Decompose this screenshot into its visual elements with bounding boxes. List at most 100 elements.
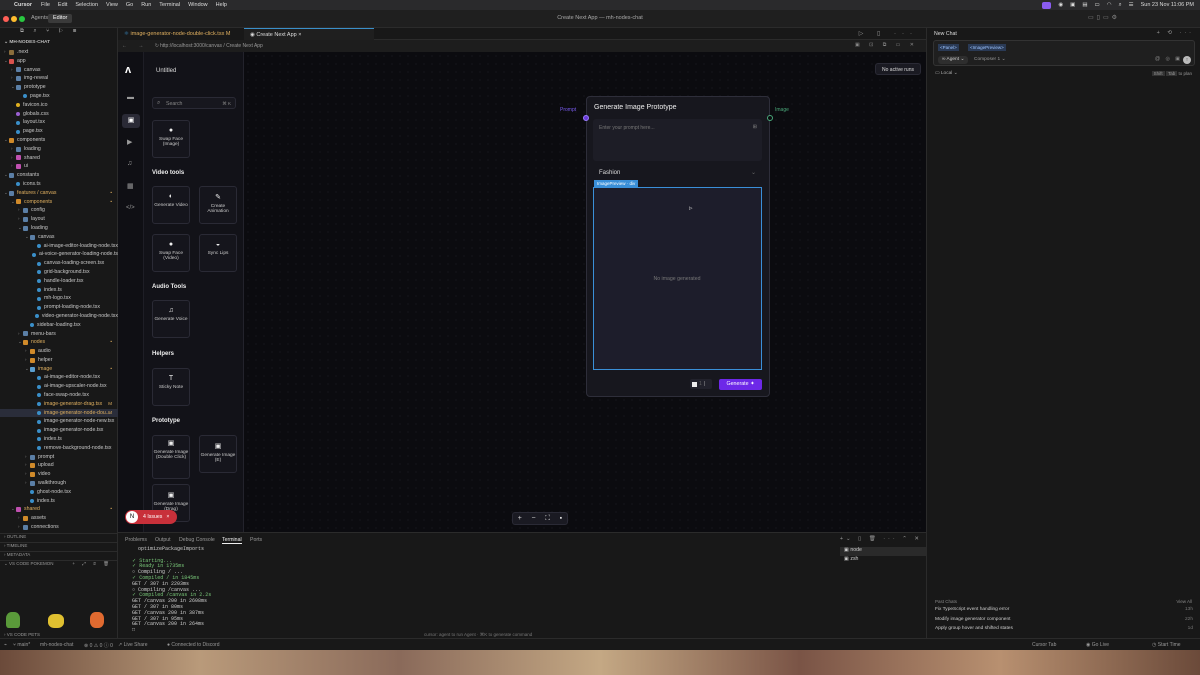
- tree-folder[interactable]: › layout: [0, 215, 118, 224]
- tree-file[interactable]: icons.ts: [0, 180, 118, 189]
- section-metadata[interactable]: › METADATA: [0, 551, 118, 560]
- menu-help[interactable]: Help: [216, 2, 227, 8]
- tool-generate-image-e[interactable]: ▣ Generate Image (E): [199, 435, 237, 473]
- terminal-actions[interactable]: +⌄ ▯ 🗑 ··· ⌃ ✕: [840, 536, 922, 542]
- document-title[interactable]: Untitled: [156, 68, 176, 74]
- pet-sprite-yellow[interactable]: [48, 614, 64, 628]
- image-preview[interactable]: No image generated ▹: [593, 187, 762, 370]
- tree-file[interactable]: remove-background-node.tsx: [0, 444, 118, 453]
- chat-input[interactable]: <Panel> <ImagePreview> ∞ Agent ⌄ Compose…: [933, 40, 1195, 66]
- wifi-icon[interactable]: ◠: [1107, 2, 1112, 8]
- tree-folder[interactable]: ⌄ app: [0, 57, 118, 66]
- tree-file[interactable]: video-generator-loading-node.tsx: [0, 312, 118, 321]
- session-node[interactable]: ▣ node: [840, 547, 926, 556]
- generate-button[interactable]: Generate ✦: [719, 379, 762, 390]
- tree-folder[interactable]: ⌄ image •: [0, 365, 118, 374]
- menu-file[interactable]: File: [41, 2, 50, 8]
- pokemon-pets[interactable]: [4, 608, 114, 632]
- cursor-tab-status[interactable]: Cursor Tab: [1032, 642, 1056, 648]
- section-outline[interactable]: › OUTLINE: [0, 533, 118, 542]
- section-pokemon[interactable]: ⌄ VS CODE POKEMON + ⤢ ⊘ 🗑: [0, 560, 118, 569]
- zoom-out-button[interactable]: −: [531, 515, 535, 522]
- expand-icon[interactable]: ⊞: [753, 124, 757, 130]
- past-chat-item[interactable]: Modify image generator component 22h: [927, 617, 1200, 627]
- tree-folder[interactable]: › img-reveal: [0, 74, 118, 83]
- status-icon[interactable]: ◉: [1058, 2, 1063, 8]
- tool-create-animation[interactable]: ✎ Create Animation: [199, 186, 237, 224]
- search-icon[interactable]: ⌕: [1119, 2, 1122, 9]
- tree-folder[interactable]: ⌄ prototype: [0, 83, 118, 92]
- tree-folder[interactable]: ⌄ loading: [0, 224, 118, 233]
- tree-file[interactable]: index.ts: [0, 435, 118, 444]
- tree-file[interactable]: face-swap-node.tsx: [0, 391, 118, 400]
- status-app-icon[interactable]: [1042, 1, 1052, 9]
- section-timeline[interactable]: › TIMELINE: [0, 542, 118, 551]
- remote-icon[interactable]: ⌁: [4, 642, 7, 648]
- live-share-status[interactable]: ↗ Live Share: [118, 642, 148, 648]
- grid-category-icon[interactable]: ▦: [127, 182, 134, 190]
- tree-folder[interactable]: ⌄ features / canvas •: [0, 189, 118, 198]
- tree-folder[interactable]: › ui: [0, 162, 118, 171]
- menu-terminal[interactable]: Terminal: [159, 2, 180, 8]
- tree-file[interactable]: favicon.ico: [0, 101, 118, 110]
- status-icon[interactable]: ▤: [1082, 2, 1087, 8]
- node-canvas[interactable]: No active runs Prompt Image Generate Ima…: [244, 52, 926, 532]
- tree-file[interactable]: ai-image-upscaler-node.tsx: [0, 382, 118, 391]
- tree-folder[interactable]: ⌄ components: [0, 136, 118, 145]
- tree-file[interactable]: page.tsx: [0, 127, 118, 136]
- tab-ports[interactable]: Ports: [250, 537, 262, 543]
- tree-folder[interactable]: ⌄ nodes •: [0, 338, 118, 347]
- start-time-status[interactable]: ◷ Start Time: [1152, 642, 1181, 648]
- style-select[interactable]: Fashion ⌄: [593, 168, 762, 180]
- lock-icon[interactable]: ▪: [560, 515, 562, 522]
- menu-run[interactable]: Run: [141, 2, 151, 8]
- repo-status[interactable]: mh-nodes-chat: [40, 642, 73, 648]
- image-category-icon[interactable]: ▣: [122, 114, 140, 128]
- tree-file[interactable]: index.ts: [0, 497, 118, 506]
- count-stepper[interactable]: 1 |: [690, 379, 712, 389]
- close-icon[interactable]: ×: [166, 514, 169, 520]
- local-select[interactable]: ▭ Local ⌄: [935, 71, 958, 76]
- folder-icon[interactable]: ▬: [127, 94, 134, 101]
- pet-sprite-orange[interactable]: [90, 612, 104, 628]
- menu-window[interactable]: Window: [188, 2, 208, 8]
- tree-folder[interactable]: › assets: [0, 514, 118, 523]
- tool-swap-face-video[interactable]: ● Swap Face (Video): [152, 234, 190, 272]
- chat-input-icons[interactable]: @ ◎ ▣: [1155, 56, 1182, 62]
- tree-folder[interactable]: ⌄ constants: [0, 171, 118, 180]
- terminal-output[interactable]: optimizePackageImports ✓ Starting... ✓ R…: [126, 546, 211, 634]
- context-chip-imagepreview[interactable]: <ImagePreview>: [968, 44, 1006, 51]
- issues-badge[interactable]: N 4 Issues ×: [125, 510, 177, 524]
- past-chat-item[interactable]: Apply group hover and shifted states 1d: [927, 626, 1200, 636]
- past-chat-item[interactable]: Fix TypeScript event handling error 13h: [927, 607, 1200, 617]
- clock[interactable]: Sun 23 Nov 11:06 PM: [1141, 2, 1194, 8]
- tree-folder[interactable]: › connections: [0, 523, 118, 532]
- tool-generate-video[interactable]: ◐ Generate Video: [152, 186, 190, 224]
- section-pets[interactable]: › VS CODE PETS: [4, 632, 40, 637]
- url-input[interactable]: http://localhost:3000/canvas / Create Ne…: [160, 43, 263, 49]
- tree-folder[interactable]: › shared: [0, 154, 118, 163]
- menu-app-name[interactable]: Cursor: [14, 2, 32, 8]
- tree-folder[interactable]: › helper: [0, 356, 118, 365]
- tree-file[interactable]: ghost-node.tsx: [0, 488, 118, 497]
- tree-file[interactable]: canvas-loading-screen.tsx: [0, 259, 118, 268]
- tab-image-generator-file[interactable]: ⚛ image-generator-node-double-click.tsx …: [118, 28, 244, 40]
- discord-status[interactable]: ● Connected to Discord: [167, 642, 220, 648]
- project-title[interactable]: ⌄ MH-NODES-CHAT: [4, 40, 50, 45]
- search-input[interactable]: ⌕ Search ⌘ K: [152, 97, 236, 109]
- tree-folder[interactable]: › loading: [0, 145, 118, 154]
- tree-file[interactable]: image-generator-drag.tsx M: [0, 400, 118, 409]
- menu-edit[interactable]: Edit: [58, 2, 67, 8]
- tree-folder[interactable]: ⌄ components •: [0, 198, 118, 207]
- tree-file[interactable]: layout.tsx: [0, 118, 118, 127]
- tree-file[interactable]: image-generator-node-dou... M: [0, 408, 118, 418]
- tab-output[interactable]: Output: [155, 537, 171, 543]
- tree-file[interactable]: ai-image-editor-node.tsx: [0, 373, 118, 382]
- tab-terminal[interactable]: Terminal: [222, 537, 242, 544]
- video-category-icon[interactable]: ▶: [127, 138, 132, 146]
- code-category-icon[interactable]: </>: [126, 205, 135, 211]
- tree-folder[interactable]: › video: [0, 470, 118, 479]
- nav-buttons[interactable]: ← → ↻: [122, 43, 164, 49]
- send-button[interactable]: ↑: [1183, 56, 1191, 64]
- tree-file[interactable]: page.tsx: [0, 92, 118, 101]
